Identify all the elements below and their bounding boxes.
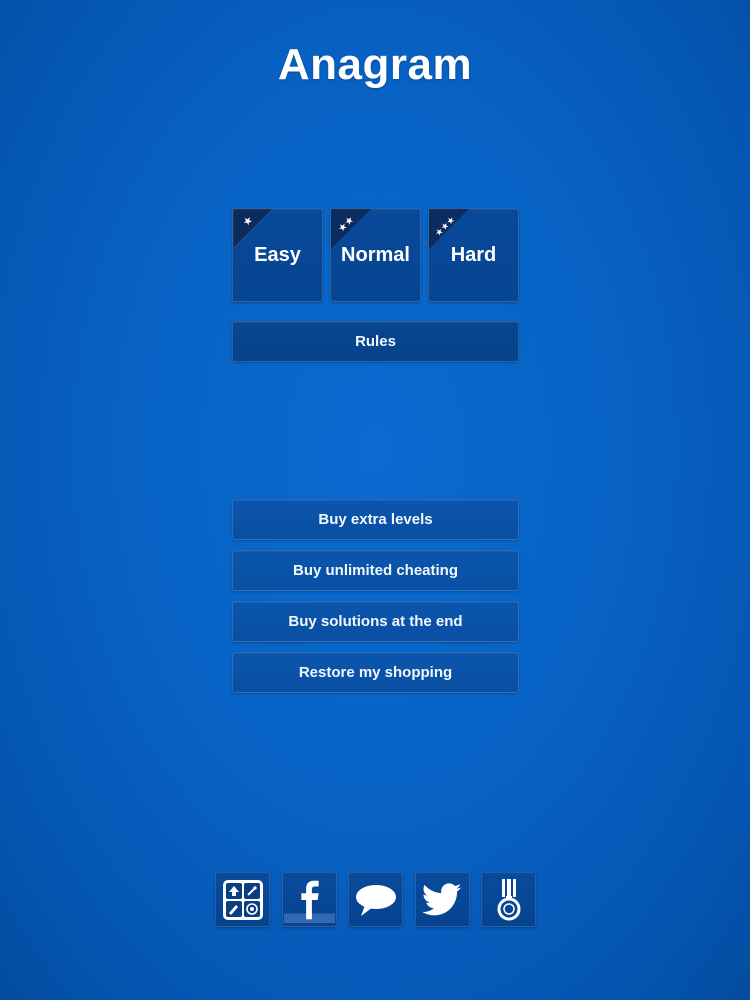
achievements-button[interactable] <box>481 872 536 927</box>
easy-button[interactable]: ★ Easy <box>232 208 323 302</box>
hard-button[interactable]: ★★★ Hard <box>428 208 519 302</box>
two-star-ribbon-icon: ★★ <box>331 209 371 249</box>
app-title: Anagram <box>277 40 473 89</box>
footer-bar <box>215 872 536 927</box>
rules-button[interactable]: Rules <box>232 321 519 362</box>
feedback-button[interactable] <box>348 872 403 927</box>
buy-solutions-button[interactable]: Buy solutions at the end <box>232 601 519 642</box>
medal-icon <box>497 878 520 920</box>
difficulty-selector: ★ Easy ★★ Normal ★★★ Hard <box>232 208 519 302</box>
twitter-icon <box>422 882 462 915</box>
facebook-button[interactable] <box>281 872 337 927</box>
one-star-ribbon-icon: ★ <box>233 209 273 249</box>
speech-bubble-icon <box>355 884 396 916</box>
more-apps-button[interactable] <box>215 872 270 927</box>
facebook-icon <box>283 880 335 924</box>
twitter-button[interactable] <box>414 872 470 927</box>
restore-shopping-button[interactable]: Restore my shopping <box>232 652 519 693</box>
more-apps-icon <box>222 879 263 920</box>
buy-unlimited-cheating-button[interactable]: Buy unlimited cheating <box>232 550 519 591</box>
buy-extra-levels-button[interactable]: Buy extra levels <box>232 499 519 540</box>
normal-button[interactable]: ★★ Normal <box>330 208 421 302</box>
three-star-ribbon-icon: ★★★ <box>429 209 469 249</box>
